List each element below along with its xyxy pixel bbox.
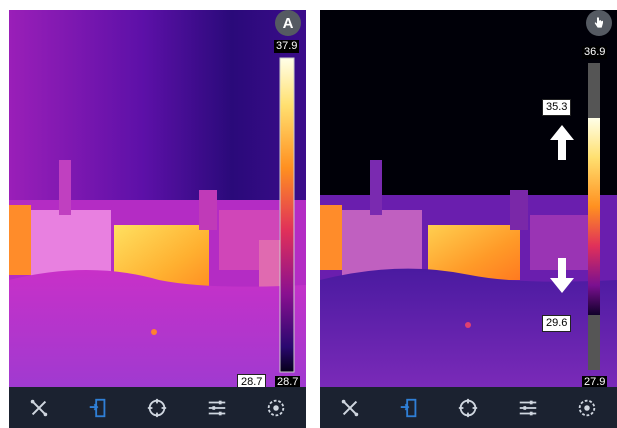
bottom-toolbar: [320, 387, 617, 428]
settings-button[interactable]: [570, 391, 604, 425]
center-spot-icon: [459, 398, 478, 417]
center-spot-button[interactable]: [451, 391, 485, 425]
thermal-image: [9, 10, 306, 387]
level-low-label[interactable]: 29.6: [542, 315, 572, 332]
measure-tools-icon: [30, 399, 47, 416]
adjust-sliders-button[interactable]: [511, 391, 545, 425]
save-image-button[interactable]: [392, 391, 426, 425]
adjust-sliders-button[interactable]: [200, 391, 234, 425]
adjust-sliders-icon: [519, 400, 537, 415]
scale-max-temperature: 36.9: [582, 46, 608, 59]
measure-tools-button[interactable]: [22, 391, 56, 425]
touch-hand-icon: [594, 17, 603, 28]
thermal-image: [320, 10, 617, 387]
center-spot-button[interactable]: [140, 391, 174, 425]
thermal-view-manual: 36.9 35.3 29.6 27.9: [320, 10, 617, 428]
thermal-view-auto: A 37.9 28.7 28.7: [9, 10, 306, 428]
measure-tools-button[interactable]: [333, 391, 367, 425]
scale-max-temperature: 37.9: [274, 40, 300, 53]
bottom-toolbar: [9, 387, 306, 428]
adjust-sliders-icon: [208, 400, 226, 415]
save-image-button[interactable]: [81, 391, 115, 425]
auto-range-mode-button[interactable]: A: [275, 10, 301, 36]
save-image-icon: [89, 398, 106, 417]
settings-button[interactable]: [259, 391, 293, 425]
settings-gear-icon: [268, 399, 285, 416]
settings-gear-icon: [579, 399, 596, 416]
manual-range-mode-button[interactable]: [586, 10, 612, 36]
center-spot-icon: [148, 398, 167, 417]
save-image-icon: [400, 398, 417, 417]
measure-tools-icon: [341, 399, 358, 416]
level-high-label[interactable]: 35.3: [542, 99, 572, 116]
